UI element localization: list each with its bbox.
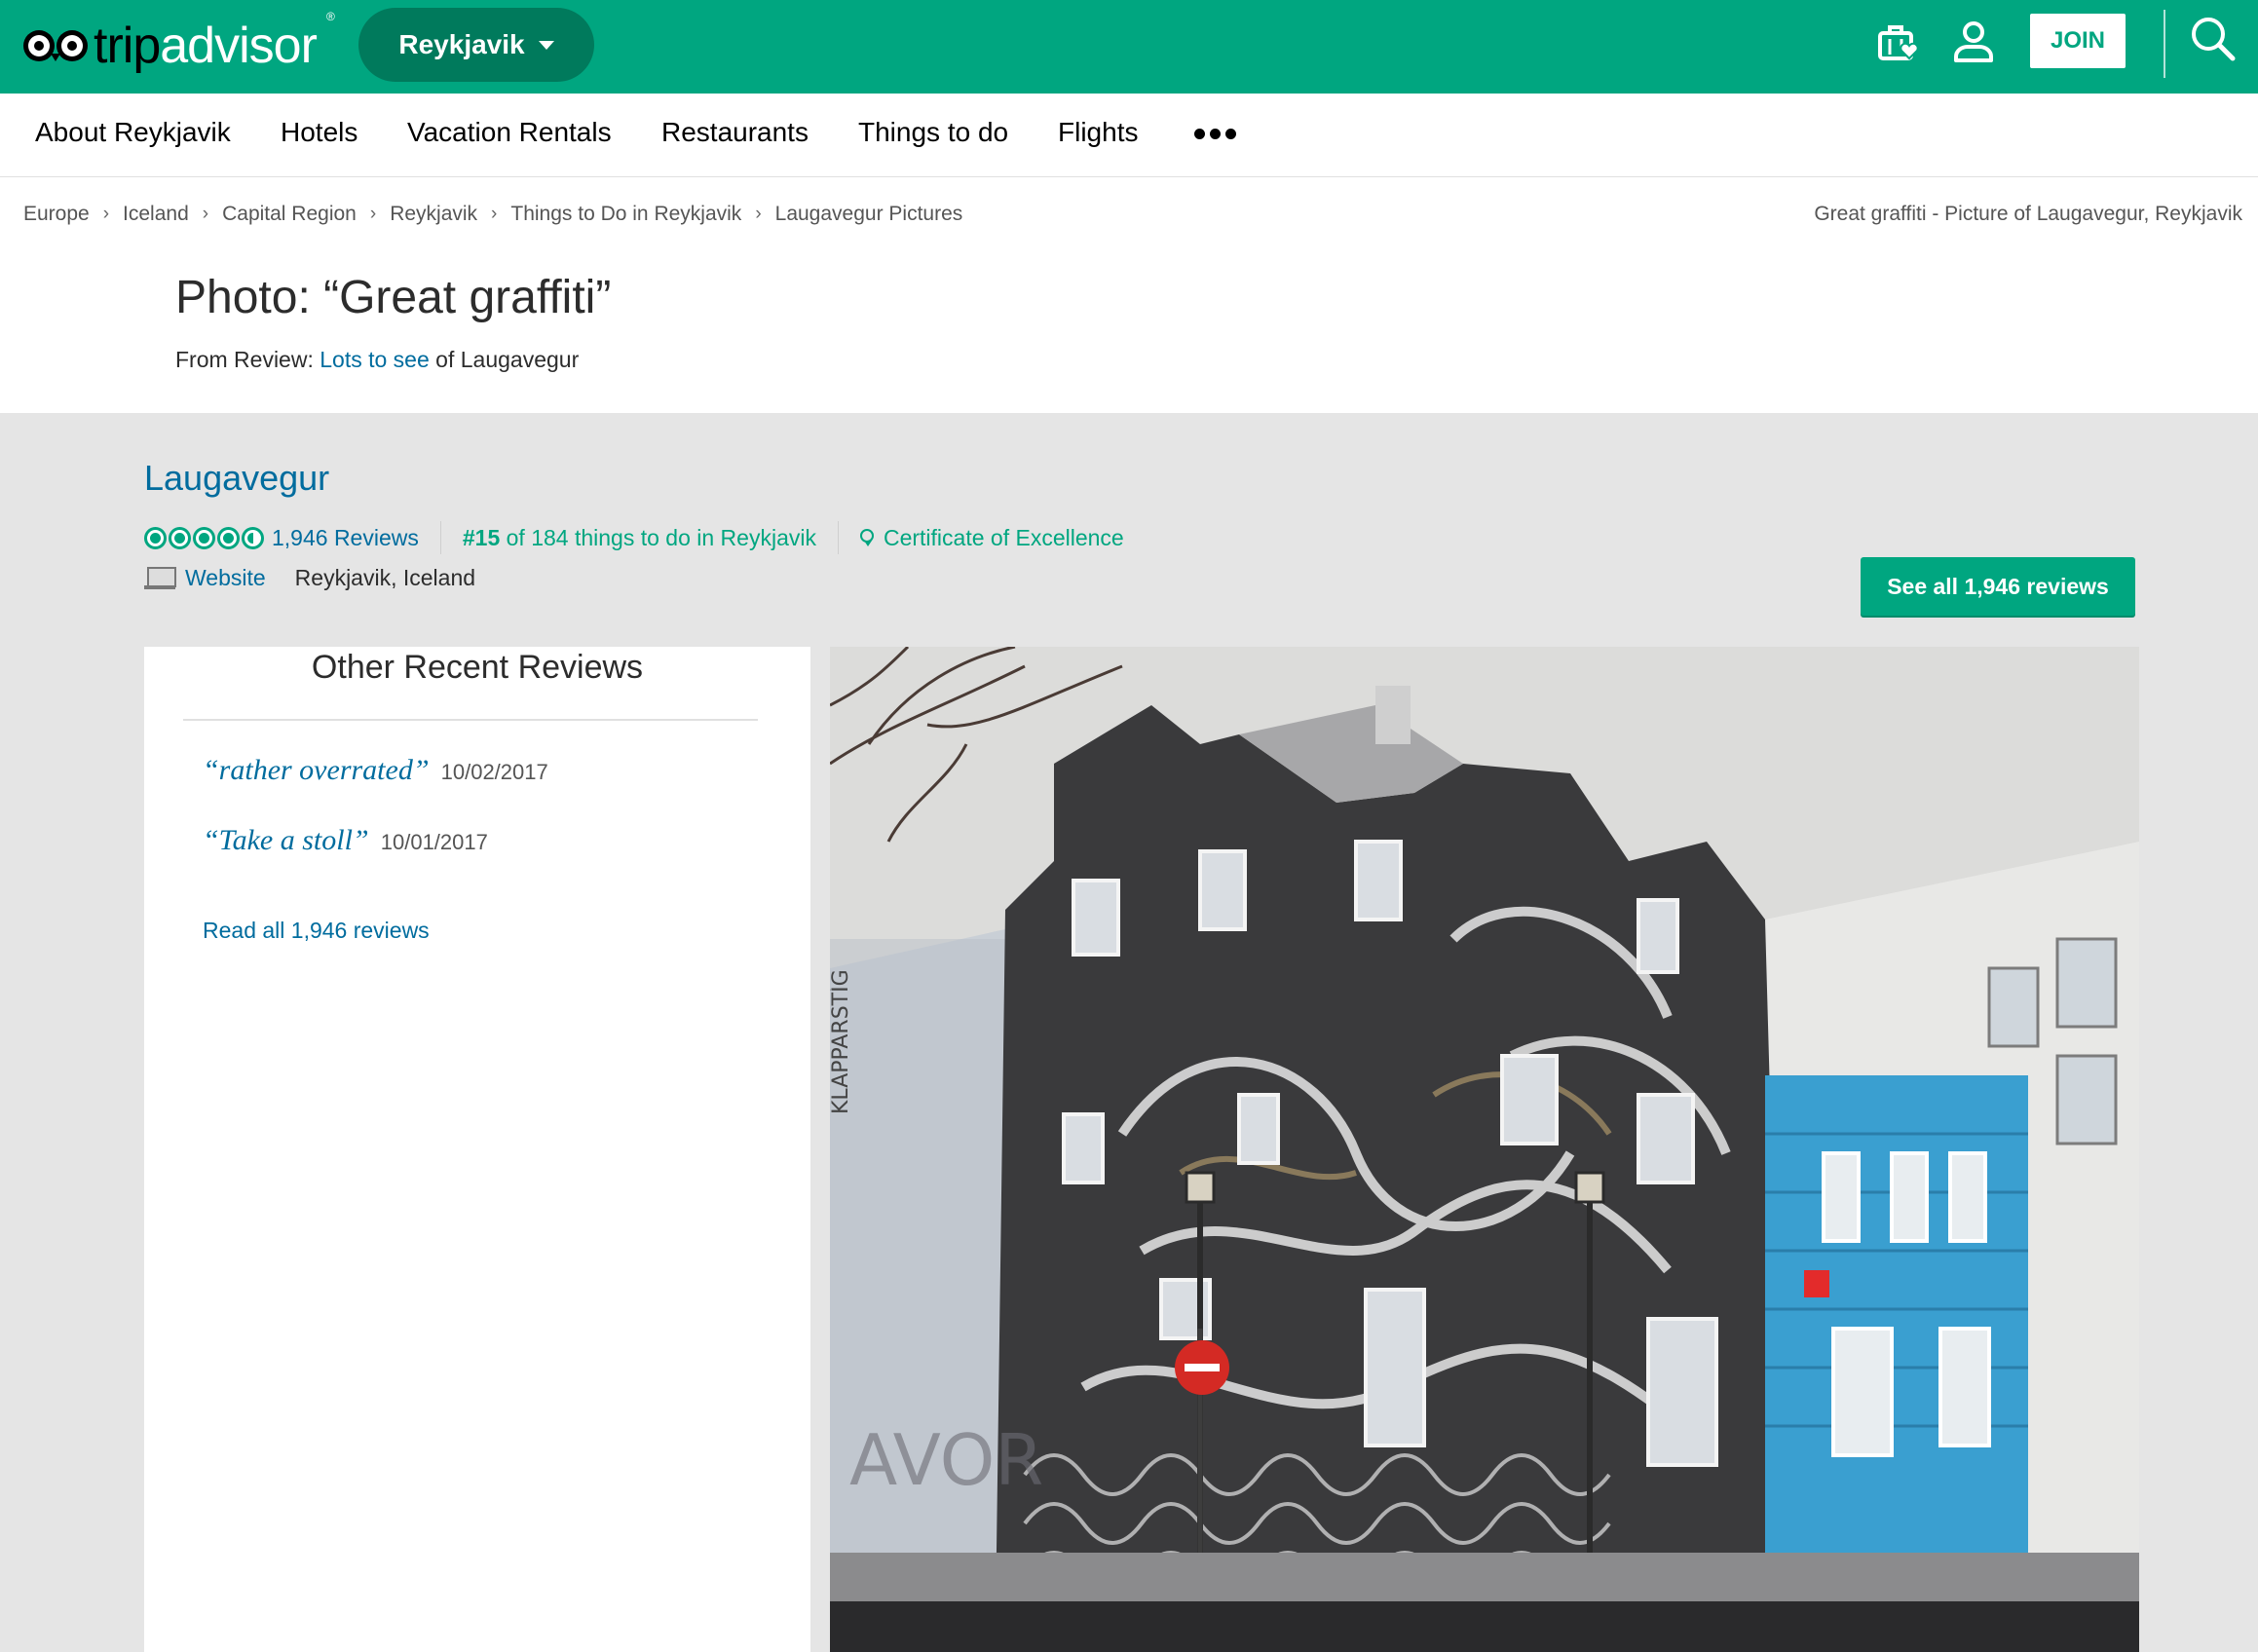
rating-bubbles-icon [144,526,264,549]
from-review-line: From Review: Lots to see of Laugavegur [175,347,579,373]
nav-item-hotels[interactable]: Hotels [281,117,358,148]
divider [183,719,758,721]
caret-down-icon [538,40,554,50]
ranking-number: #15 [462,524,501,550]
review-date: 10/02/2017 [440,760,548,784]
main-nav: About Reykjavik Hotels Vacation Rentals … [0,94,2258,177]
divider [439,521,441,554]
from-review-suffix: of Laugavegur [429,347,580,372]
review-title-link[interactable]: “Take a stoll” [203,824,369,856]
website-link[interactable]: Website [185,565,266,591]
geo-selector-label: Reykjavik [398,29,525,59]
from-review-prefix: From Review: [175,347,320,372]
nav-item-flights[interactable]: Flights [1058,117,1138,148]
nav-item-restaurants[interactable]: Restaurants [661,117,809,148]
review-date: 10/01/2017 [380,830,488,854]
graffiti-text: AVOR [849,1419,1043,1501]
more-dots-icon[interactable] [1194,129,1236,139]
breadcrumb-separator: › [369,204,377,224]
header-divider [2164,10,2165,78]
breadcrumb-europe[interactable]: Europe [23,203,90,226]
laptop-icon [144,566,176,590]
owl-logo-icon [21,24,90,67]
website-row: Website Reykjavik, Iceland [144,565,475,591]
breadcrumb-iceland[interactable]: Iceland [123,203,189,226]
breadcrumb-separator: › [202,204,209,224]
logo-wordmark: tripadvisor [94,18,318,74]
street-sign-text: KLAPPARSTÍG [830,969,853,1114]
breadcrumb-separator: › [491,204,498,224]
breadcrumb-things-to-do[interactable]: Things to Do in Reykjavik [510,203,741,226]
user-profile-icon[interactable] [1946,16,2001,70]
logo-registered-mark: ® [326,10,335,23]
ranking-link[interactable]: #15 of 184 things to do in Reykjavik [463,525,816,551]
tripadvisor-logo[interactable]: tripadvisor [21,14,318,78]
certificate-of-excellence-link[interactable]: Certificate of Excellence [884,525,1124,551]
top-header: tripadvisor ® Reykjavik JOIN [0,0,2258,94]
attraction-name-link[interactable]: Laugavegur [144,458,329,499]
read-all-reviews-link[interactable]: Read all 1,946 reviews [203,918,430,944]
page-title: Photo: “Great graffiti” [175,272,612,323]
breadcrumb-reykjavik[interactable]: Reykjavik [390,203,477,226]
breadcrumb-separator: › [755,204,762,224]
breadcrumb-separator: › [102,204,110,224]
main-photo[interactable]: AVOR KLAPPARSTÍG [830,647,2139,1652]
review-item: “rather overrated” 10/02/2017 [203,754,548,787]
breadcrumb: Europe › Iceland › Capital Region › Reyk… [23,203,962,226]
page-caption: Great graffiti - Picture of Laugavegur, … [1814,203,2242,225]
graffiti-building-photo: AVOR KLAPPARSTÍG [830,647,2139,1652]
review-item: “Take a stoll” 10/01/2017 [203,824,488,857]
nav-item-vacation-rentals[interactable]: Vacation Rentals [407,117,612,148]
trips-briefcase-heart-icon[interactable] [1872,16,1927,70]
join-button[interactable]: JOIN [2030,14,2126,68]
certificate-award-icon [859,529,874,546]
geo-selector-button[interactable]: Reykjavik [358,8,594,82]
review-title-link[interactable]: “rather overrated” [203,754,430,786]
rating-row: 1,946 Reviews #15 of 184 things to do in… [144,521,1124,554]
recent-reviews-panel: Other Recent Reviews “rather overrated” … [144,647,810,1652]
divider [837,521,839,554]
address-text: Reykjavik, Iceland [294,565,476,590]
breadcrumb-capital-region[interactable]: Capital Region [222,203,357,226]
review-link[interactable]: Lots to see [320,347,430,372]
reviews-count-link[interactable]: 1,946 Reviews [272,525,419,551]
nav-item-things-to-do[interactable]: Things to do [858,117,1008,148]
ranking-text: of 184 things to do in Reykjavik [500,524,816,550]
see-all-reviews-button[interactable]: See all 1,946 reviews [1861,557,2135,616]
recent-reviews-heading: Other Recent Reviews [311,649,644,686]
search-icon[interactable] [2186,12,2240,66]
nav-item-about[interactable]: About Reykjavik [35,117,231,148]
breadcrumb-laugavegur-pictures[interactable]: Laugavegur Pictures [775,203,963,226]
